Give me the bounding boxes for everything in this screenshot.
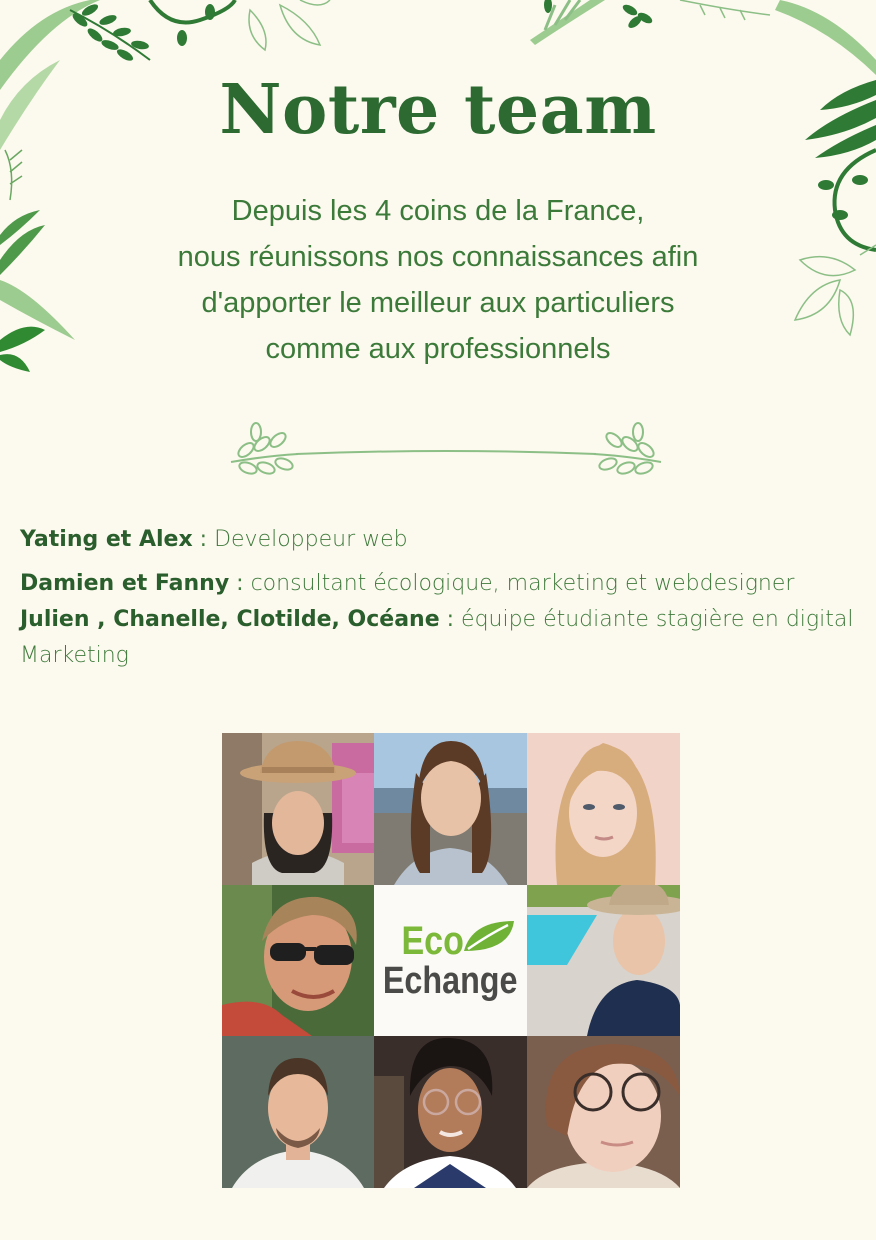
subtitle-line: Depuis les 4 coins de la France,	[231, 195, 645, 227]
team-photo-grid: Eco Echange	[222, 733, 680, 1188]
role-entry: Julien , Chanelle, Clotilde, Océane : éq…	[20, 602, 860, 674]
logo-eco-text: Eco	[401, 918, 464, 963]
page-title: Notre team	[219, 70, 657, 150]
role-description: consultant écologique, marketing et webd…	[250, 571, 795, 596]
team-roles-list: Yating et Alex : Developpeur web Damien …	[20, 522, 860, 674]
team-member-photo	[222, 733, 374, 885]
role-entry: Yating et Alex : Developpeur web	[20, 522, 860, 558]
team-member-photo	[374, 733, 527, 885]
subtitle-line: nous réunissons nos connaissances afin	[177, 241, 699, 273]
team-member-photo	[527, 733, 680, 885]
team-member-photo	[374, 1036, 527, 1188]
role-description: Developpeur web	[214, 527, 408, 552]
team-member-photo	[222, 1036, 374, 1188]
role-separator: :	[192, 527, 215, 552]
eco-echange-logo: Eco Echange	[374, 885, 527, 1036]
laurel-divider-decoration	[230, 422, 662, 475]
logo-echange-text: Echange	[383, 959, 518, 1002]
role-names: Yating et Alex	[20, 527, 193, 552]
subtitle: Depuis les 4 coins de la France, nous ré…	[88, 188, 788, 372]
subtitle-line: comme aux professionnels	[265, 333, 611, 365]
role-names: Julien , Chanelle, Clotilde, Océane	[20, 607, 440, 632]
subtitle-line: d'apporter le meilleur aux particuliers	[201, 287, 675, 319]
team-member-photo	[527, 1036, 680, 1188]
role-separator: :	[439, 607, 462, 632]
team-member-photo	[222, 885, 374, 1036]
role-entry: Damien et Fanny : consultant écologique,…	[20, 566, 860, 602]
team-member-photo	[527, 885, 680, 1036]
role-names: Damien et Fanny	[20, 571, 230, 596]
role-separator: :	[229, 571, 251, 596]
leaf-icon	[464, 921, 514, 951]
